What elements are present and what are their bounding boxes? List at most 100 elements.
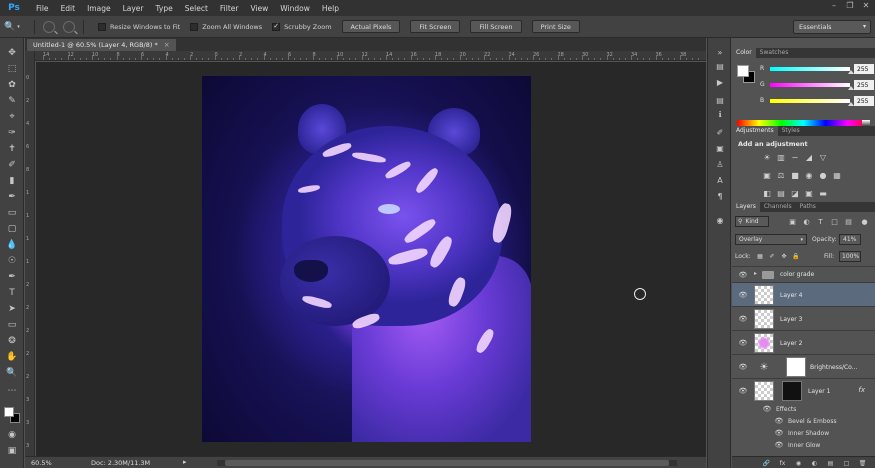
menu-help[interactable]: Help	[322, 4, 339, 13]
quick-select-tool-icon[interactable]: ✎	[3, 94, 21, 108]
print-size-button[interactable]: Print Size	[531, 20, 580, 33]
restore-icon[interactable]: ❐	[845, 1, 855, 11]
visibility-eye-icon[interactable]: 👁	[738, 363, 748, 371]
scrubby-zoom-checkbox[interactable]: ✓ Scrubby Zoom	[272, 22, 332, 31]
type-tool-icon[interactable]: T	[3, 286, 21, 300]
menu-image[interactable]: Image	[87, 4, 111, 13]
delete-layer-icon[interactable]: 🗑	[858, 459, 867, 467]
shape-tool-icon[interactable]: ▭	[3, 318, 21, 332]
channel-mixer-icon[interactable]: ●	[818, 170, 828, 180]
checkbox-box[interactable]	[190, 22, 199, 31]
pen-tool-icon[interactable]: ✒	[3, 270, 21, 284]
foreground-color-swatch[interactable]	[4, 407, 14, 417]
clone-stamp-tool-icon[interactable]: ▮	[3, 174, 21, 188]
effect-item[interactable]: Inner Glow	[788, 442, 820, 449]
minimize-icon[interactable]: –	[829, 1, 839, 11]
visibility-eye-icon[interactable]: 👁	[738, 271, 748, 279]
path-selection-tool-icon[interactable]: ➤	[3, 302, 21, 316]
visibility-eye-icon[interactable]: 👁	[774, 417, 784, 425]
exposure-icon[interactable]: ◢	[804, 152, 814, 162]
threshold-icon[interactable]: ◪	[790, 188, 800, 198]
visibility-eye-icon[interactable]: 👁	[738, 315, 748, 323]
horizontal-scrollbar[interactable]	[217, 460, 677, 466]
layer-row[interactable]: 👁 Layer 3	[732, 306, 875, 330]
history-panel-icon[interactable]: ▤	[713, 60, 727, 72]
color-balance-icon[interactable]: ⚖	[776, 170, 786, 180]
kuler-panel-icon[interactable]: ◉	[713, 214, 727, 226]
red-slider[interactable]	[770, 67, 850, 71]
opacity-field[interactable]: 41%	[839, 234, 861, 245]
filter-shape-icon[interactable]: □	[830, 217, 839, 226]
info-panel-icon[interactable]: ℹ	[713, 108, 727, 120]
lock-image-icon[interactable]: ✐	[768, 252, 776, 260]
visibility-eye-icon[interactable]: 👁	[774, 441, 784, 449]
hue-saturation-icon[interactable]: ▣	[762, 170, 772, 180]
menu-select[interactable]: Select	[185, 4, 208, 13]
green-value-field[interactable]: 255	[854, 80, 874, 90]
screen-mode-icon[interactable]: ▣	[3, 444, 21, 458]
layer-style-icon[interactable]: fx	[778, 459, 787, 467]
gradient-map-icon[interactable]: ▬	[818, 188, 828, 198]
close-icon[interactable]: ✕	[861, 1, 871, 11]
layer-row-adjustment[interactable]: 👁 ☀ Brightness/Co...	[732, 354, 875, 378]
menu-filter[interactable]: Filter	[220, 4, 239, 13]
invert-icon[interactable]: ◧	[762, 188, 772, 198]
document-image[interactable]	[202, 76, 531, 442]
eraser-tool-icon[interactable]: ▭	[3, 206, 21, 220]
visibility-eye-icon[interactable]: 👁	[738, 339, 748, 347]
dodge-tool-icon[interactable]: ☉	[3, 254, 21, 268]
visibility-eye-icon[interactable]: 👁	[762, 405, 772, 413]
layer-filter-select[interactable]: ⚲ Kind	[735, 216, 769, 227]
brush-panel-icon[interactable]: ✐	[713, 126, 727, 138]
3d-tool-icon[interactable]: ❂	[3, 334, 21, 348]
close-tab-icon[interactable]: ×	[164, 41, 170, 49]
new-group-icon[interactable]: ▤	[826, 459, 835, 467]
filter-pixel-icon[interactable]: ▣	[788, 217, 797, 226]
visibility-eye-icon[interactable]: 👁	[774, 429, 784, 437]
add-mask-icon[interactable]: ◉	[794, 459, 803, 467]
properties-panel-icon[interactable]: ▤	[713, 94, 727, 106]
zoom-in-icon[interactable]	[43, 20, 55, 33]
selective-color-icon[interactable]: ▣	[804, 188, 814, 198]
zoom-out-icon[interactable]	[63, 20, 75, 33]
checkbox-box[interactable]	[98, 22, 106, 31]
clone-source-icon[interactable]: ♙	[713, 158, 727, 170]
checkmark-icon[interactable]: ✓	[272, 22, 281, 31]
layer-fx-badge[interactable]: fx	[858, 386, 865, 394]
zoom-level[interactable]: 60.5%	[31, 459, 55, 467]
eyedropper-tool-icon[interactable]: ✑	[3, 126, 21, 140]
new-layer-icon[interactable]: □	[842, 459, 851, 467]
quick-mask-icon[interactable]: ◉	[3, 428, 21, 442]
effect-item[interactable]: Bevel & Emboss	[788, 418, 837, 425]
photo-filter-icon[interactable]: ◉	[804, 170, 814, 180]
vibrance-icon[interactable]: ▽	[818, 152, 828, 162]
visibility-eye-icon[interactable]: 👁	[738, 291, 748, 299]
marquee-tool-icon[interactable]: ⬚	[3, 62, 21, 76]
lock-all-icon[interactable]: 🔒	[792, 252, 800, 260]
effect-item[interactable]: Inner Shadow	[788, 430, 829, 437]
color-lookup-icon[interactable]: ▦	[832, 170, 842, 180]
zoom-all-windows-checkbox[interactable]: Zoom All Windows	[190, 22, 262, 31]
healing-brush-tool-icon[interactable]: ✝	[3, 142, 21, 156]
red-value-field[interactable]: 255	[854, 64, 874, 74]
green-slider[interactable]	[770, 83, 850, 87]
more-tools-icon[interactable]: ⋯	[3, 384, 21, 398]
collapse-icon[interactable]: »	[713, 46, 727, 58]
history-brush-tool-icon[interactable]: ✒	[3, 190, 21, 204]
actual-pixels-button[interactable]: Actual Pixels	[341, 20, 401, 33]
blue-slider[interactable]	[770, 99, 850, 103]
resize-windows-checkbox[interactable]: Resize Windows to Fit	[98, 22, 180, 31]
zoom-tool-icon[interactable]: 🔍	[3, 366, 21, 380]
brush-presets-icon[interactable]: ▣	[713, 142, 727, 154]
filter-type-icon[interactable]: T	[816, 217, 825, 226]
expand-arrow-icon[interactable]: ▸	[754, 270, 757, 277]
lasso-tool-icon[interactable]: ✿	[3, 78, 21, 92]
brightness-contrast-icon[interactable]: ☀	[762, 152, 772, 162]
menu-window[interactable]: Window	[280, 4, 310, 13]
zoom-tool-preset[interactable]: 🔍 ▾	[4, 19, 30, 35]
blend-mode-select[interactable]: Overlay ▾	[735, 234, 807, 245]
move-tool-icon[interactable]: ✥	[3, 46, 21, 60]
menu-layer[interactable]: Layer	[123, 4, 144, 13]
foreground-color-swatch[interactable]	[737, 65, 749, 77]
layer-row-group[interactable]: 👁 ▸ color grade	[732, 266, 875, 282]
